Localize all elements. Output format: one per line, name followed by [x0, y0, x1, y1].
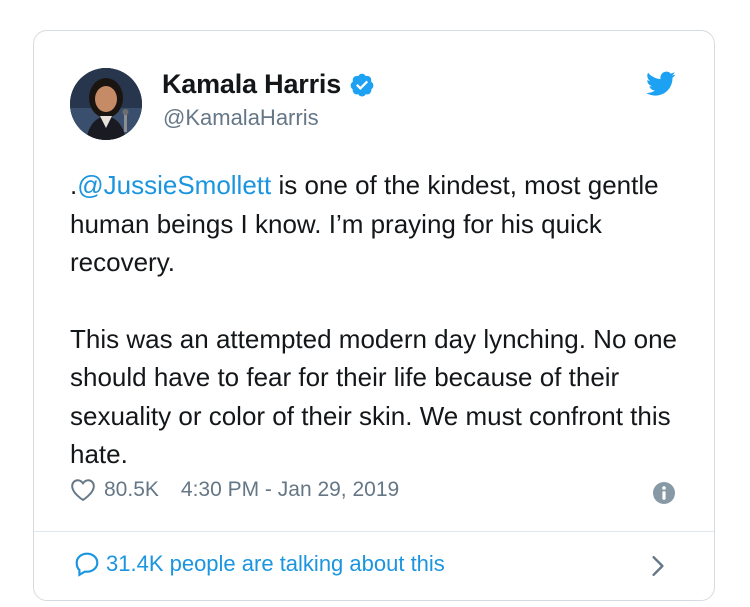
- tweet-meta-row: 80.5K 4:30 PM - Jan 29, 2019: [70, 478, 399, 502]
- avatar[interactable]: [70, 68, 142, 140]
- conversation-count-label[interactable]: 31.4K people are talking about this: [106, 551, 445, 577]
- info-icon[interactable]: [652, 481, 676, 505]
- speech-bubble-icon: [75, 552, 99, 577]
- tweet-embed-card[interactable]: Kamala Harris @KamalaHarris .@JussieSmol…: [33, 30, 715, 601]
- author-handle[interactable]: @KamalaHarris: [163, 105, 319, 131]
- chevron-right-icon[interactable]: [650, 555, 666, 577]
- tweet-timestamp[interactable]: 4:30 PM - Jan 29, 2019: [181, 478, 399, 502]
- verified-badge-icon: [350, 73, 374, 96]
- like-count[interactable]: 80.5K: [104, 478, 159, 502]
- mention-link[interactable]: @JussieSmollett: [77, 170, 271, 200]
- divider: [34, 531, 714, 532]
- author-name-row: Kamala Harris: [162, 69, 375, 100]
- tweet-text: .@JussieSmollett is one of the kindest, …: [70, 166, 680, 474]
- twitter-bird-icon[interactable]: [646, 71, 676, 97]
- avatar-photo: [70, 68, 142, 140]
- author-display-name[interactable]: Kamala Harris: [162, 69, 341, 100]
- conversation-link[interactable]: 31.4K people are talking about this: [74, 551, 445, 577]
- heart-icon[interactable]: [70, 478, 96, 502]
- tweet-paragraph-2: This was an attempted modern day lynchin…: [70, 323, 678, 470]
- tweet-paragraph-1: .@JussieSmollett is one of the kindest, …: [70, 166, 680, 282]
